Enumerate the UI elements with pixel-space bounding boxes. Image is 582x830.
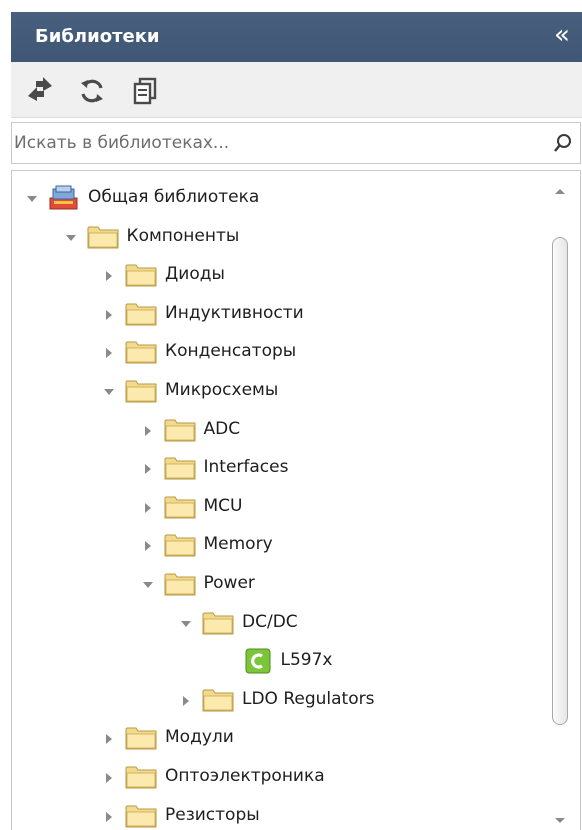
collapsed-arrow-icon[interactable]: [102, 268, 116, 282]
tree-node-label: Общая библиотека: [88, 187, 260, 207]
tree-node-label: MCU: [203, 495, 243, 516]
folder-icon: [202, 610, 234, 636]
collapsed-arrow-icon[interactable]: [141, 538, 155, 552]
folder-icon: [87, 224, 119, 250]
search-icon[interactable]: [552, 132, 574, 154]
toolbar: [11, 62, 582, 118]
tree-node-label: Компоненты: [126, 225, 240, 246]
expanded-arrow-icon[interactable]: [25, 191, 39, 205]
library-tree-container: Общая библиотека Компоненты Диоды Индуктивн…: [11, 170, 581, 830]
tree-node[interactable]: Компоненты: [12, 218, 536, 256]
tree-node[interactable]: Модули: [12, 719, 536, 757]
tree-node[interactable]: Оптоэлектроника: [12, 758, 536, 796]
tree-node-label: Конденсаторы: [165, 341, 297, 362]
tree-node-label: Power: [203, 573, 255, 593]
tree-node[interactable]: Индуктивности: [12, 295, 536, 333]
tree-node[interactable]: Power: [12, 565, 536, 603]
scrollbar-thumb[interactable]: [552, 237, 568, 725]
tree-node-label: Interfaces: [203, 457, 289, 478]
tree-node[interactable]: Конденсаторы: [12, 333, 536, 371]
copy-button[interactable]: [131, 76, 161, 106]
collapsed-arrow-icon[interactable]: [102, 770, 116, 784]
folder-icon: [164, 455, 196, 481]
tree-node-label: Memory: [203, 534, 273, 555]
tree-node-label: Резисторы: [165, 804, 260, 825]
tree-node[interactable]: DC/DC: [12, 604, 536, 642]
panel-header: Библиотеки «: [11, 12, 582, 62]
refresh-icon: [81, 79, 103, 103]
libraries-panel: Библиотеки « Искать в библиотеках... Общ…: [0, 0, 582, 830]
tree-node-label: L597x: [280, 650, 333, 671]
folder-icon: [164, 494, 196, 520]
swap-arrows-icon: [28, 77, 52, 101]
tree-node[interactable]: Микросхемы: [12, 372, 536, 410]
tree-node-label: LDO Regulators: [242, 688, 375, 709]
vertical-scrollbar[interactable]: [540, 171, 580, 830]
library-tree: Общая библиотека Компоненты Диоды Индуктивн…: [12, 171, 536, 830]
collapsed-arrow-icon[interactable]: [179, 693, 193, 707]
collapsed-arrow-icon[interactable]: [141, 461, 155, 475]
panel-title: Библиотеки: [35, 26, 160, 47]
folder-icon: [164, 571, 196, 597]
scroll-down-arrow-icon[interactable]: [552, 815, 568, 827]
folder-icon: [164, 532, 196, 558]
tree-node-label: ADC: [203, 418, 241, 439]
tree-node[interactable]: Резисторы: [12, 797, 536, 830]
tree-node-label: Диоды: [165, 264, 225, 285]
folder-icon: [164, 417, 196, 443]
tree-node-label: Оптоэлектроника: [165, 766, 325, 786]
expanded-arrow-icon[interactable]: [102, 384, 116, 398]
folder-icon: [125, 725, 157, 751]
folder-icon: [125, 339, 157, 365]
tree-node[interactable]: Interfaces: [12, 449, 536, 487]
tree-node[interactable]: Общая библиотека: [12, 179, 536, 217]
swap-arrows-button[interactable]: [25, 76, 55, 106]
tree-node[interactable]: ADC: [12, 411, 536, 449]
expanded-arrow-icon[interactable]: [141, 577, 155, 591]
collapsed-arrow-icon[interactable]: [102, 345, 116, 359]
folder-icon: [125, 301, 157, 327]
collapsed-arrow-icon[interactable]: [141, 500, 155, 514]
collapsed-arrow-icon[interactable]: [141, 423, 155, 437]
tree-node[interactable]: L597x: [12, 642, 536, 680]
folder-icon: [125, 764, 157, 790]
tree-node[interactable]: Memory: [12, 526, 536, 564]
collapse-panel-button[interactable]: «: [546, 20, 578, 52]
collapsed-arrow-icon[interactable]: [102, 809, 116, 823]
tree-node-label: DC/DC: [242, 611, 298, 632]
expanded-arrow-icon[interactable]: [64, 230, 78, 244]
folder-icon: [125, 803, 157, 829]
library-icon: [48, 185, 80, 211]
tree-node[interactable]: LDO Regulators: [12, 681, 536, 719]
scroll-up-arrow-icon[interactable]: [552, 185, 568, 197]
copy-icon: [133, 77, 157, 105]
expanded-arrow-icon[interactable]: [179, 616, 193, 630]
tree-node-label: Индуктивности: [165, 302, 304, 323]
tree-node-label: Микросхемы: [165, 380, 279, 400]
folder-icon: [125, 378, 157, 404]
folder-icon: [202, 687, 234, 713]
tree-node[interactable]: MCU: [12, 488, 536, 526]
folder-icon: [125, 262, 157, 288]
tree-node[interactable]: Диоды: [12, 256, 536, 294]
collapsed-arrow-icon[interactable]: [102, 731, 116, 745]
tree-node-label: Модули: [165, 727, 234, 748]
collapsed-arrow-icon[interactable]: [102, 307, 116, 321]
component-icon: [245, 648, 277, 674]
library-search: [11, 122, 581, 164]
search-input[interactable]: [12, 123, 532, 163]
refresh-button[interactable]: [77, 76, 107, 106]
